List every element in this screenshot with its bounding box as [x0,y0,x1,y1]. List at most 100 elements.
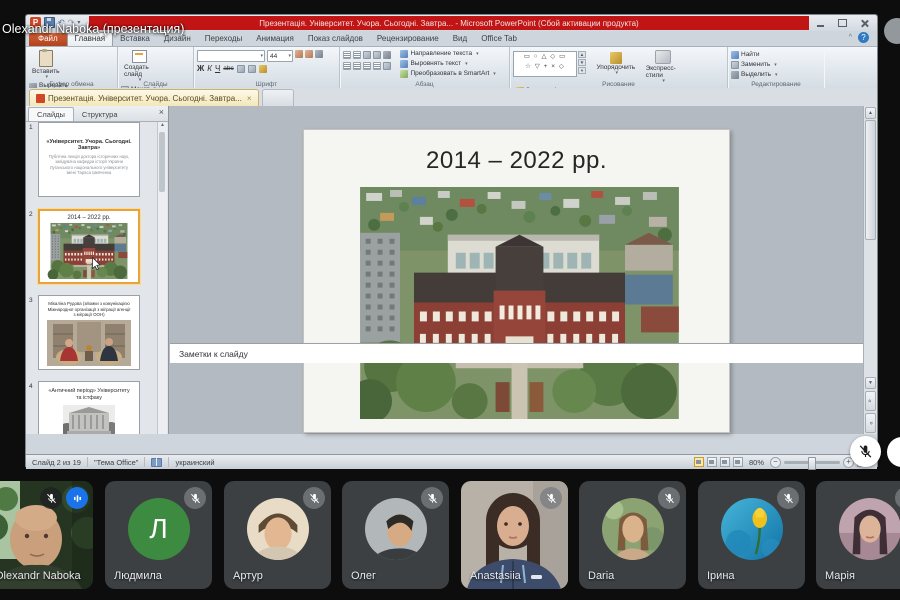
slide-canvas: 2014 – 2022 рр. [170,106,863,434]
character-spacing-icon[interactable] [237,65,245,73]
justify-icon[interactable] [373,62,381,70]
participant-tile-anastasiia[interactable]: Anastasiia [461,481,568,589]
zoom-slider[interactable] [784,461,840,464]
previous-slide-button[interactable]: » [865,391,876,411]
panel-scrollbar[interactable]: ▲ [157,122,167,434]
tab-animations[interactable]: Анимация [249,33,301,46]
find-button[interactable]: Найти [731,51,778,59]
collapse-ribbon-icon[interactable]: ^ [849,34,852,41]
zoom-slider-handle[interactable] [808,457,816,470]
text-direction-button[interactable]: Направление текста [400,50,495,58]
tab-view[interactable]: Вид [446,33,474,46]
align-right-icon[interactable] [363,62,371,70]
next-slide-button[interactable]: » [865,413,876,433]
font-color-icon[interactable] [259,65,267,73]
mic-muted-icon [303,487,325,509]
slide-thumbnail-1[interactable]: «Університет. Учора. Сьогодні. Завтра» П… [38,122,140,197]
panel-tab-slides[interactable]: Слайды [28,107,74,121]
notes-pane[interactable]: Заметки к слайду [170,343,863,363]
panel-tab-outline[interactable]: Структура [74,108,126,121]
italic-button[interactable]: К [207,64,212,73]
align-text-button[interactable]: Выровнять текст [400,60,495,68]
new-slide-button[interactable]: Создать слайд [121,49,157,85]
clear-formatting-icon[interactable] [315,50,323,58]
participant-tile-daria[interactable]: Daria [579,481,686,589]
minimize-button[interactable] [813,18,827,29]
zoom-out-button[interactable]: − [770,457,781,468]
panel-close-icon[interactable]: × [159,108,164,117]
building-photo-thumbnail [63,405,115,434]
tab-office-tab[interactable]: Office Tab [474,33,524,46]
window-title: Презентація. Університет. Учора. Сьогодн… [259,19,638,28]
slide-thumbnail-2[interactable]: 2014 – 2022 рр. [38,209,140,284]
tab-close-icon[interactable]: × [247,94,252,103]
scrollbar-thumb[interactable] [865,120,876,240]
participant-tile-olexandr[interactable]: Olexandr Naboka [0,481,93,589]
mic-off-floating-button[interactable] [850,436,881,467]
participant-tile-mariia[interactable]: Марія [816,481,900,589]
current-slide[interactable]: 2014 – 2022 рр. [303,129,730,433]
shapes-more-icon[interactable]: ▾ [578,67,586,74]
meeting-screen: P ↶ ↷ ▾ Презентація. Університет. Учора.… [0,0,900,600]
vertical-scrollbar[interactable]: ▲ ▼ » » [863,106,877,434]
find-icon [731,51,739,59]
shapes-gallery[interactable]: ▭ ○ △ ◇ ▭ ☆ ▽ + × ◇ [513,51,577,77]
replace-icon [731,61,739,69]
align-left-icon[interactable] [343,62,351,70]
numbering-icon[interactable] [353,51,361,59]
replace-button[interactable]: Заменить [731,61,778,69]
status-bar: Слайд 2 из 19 "Тема Office" украинский 8… [26,454,877,469]
paste-button[interactable]: Вставить [29,49,63,82]
tab-slideshow[interactable]: Показ слайдов [301,33,370,46]
participant-tile-artur[interactable]: Артур [224,481,331,589]
shapes-scroll-up-icon[interactable]: ▲ [578,51,586,58]
slide-thumbnail-4[interactable]: «Античний період» Університету та істфак… [38,381,140,434]
maximize-button[interactable] [835,18,849,29]
slideshow-view-button[interactable] [733,457,743,467]
meeting-control-partial-button[interactable] [887,437,900,467]
tab-review[interactable]: Рецензирование [370,33,446,46]
line-spacing-icon[interactable] [383,51,391,59]
bold-button[interactable]: Ж [197,64,204,73]
campus-aerial-photo[interactable] [360,187,679,419]
group-drawing: ▭ ○ △ ◇ ▭ ☆ ▽ + × ◇ ▲ ▼ ▾ Упорядочить [510,47,728,88]
columns-icon[interactable] [383,62,391,70]
grow-font-icon[interactable] [295,50,303,58]
avatar-photo [839,498,900,560]
decrease-indent-icon[interactable] [363,51,371,59]
reading-view-button[interactable] [720,457,730,467]
close-button[interactable] [857,18,871,29]
slide-thumbnail-3[interactable]: Мікаліна Рудова (зйомки з комунікацією М… [38,295,140,370]
scroll-up-icon[interactable]: ▲ [865,107,876,119]
help-icon[interactable]: ? [858,32,869,43]
participant-tile-oleh[interactable]: Олег [342,481,449,589]
strikethrough-button[interactable]: abc [223,65,233,72]
normal-view-button[interactable] [694,457,704,467]
bullets-icon[interactable] [343,51,351,59]
tab-transitions[interactable]: Переходы [198,33,250,46]
slide-sorter-view-button[interactable] [707,457,717,467]
meeting-control-partial-icon[interactable] [884,18,900,44]
participant-tile-iryna[interactable]: Ірина [698,481,805,589]
increase-indent-icon[interactable] [373,51,381,59]
arrange-button[interactable]: Упорядочить [593,51,638,78]
shapes-scroll-down-icon[interactable]: ▼ [578,59,586,66]
studio-photo-thumbnail [47,320,131,366]
shrink-font-icon[interactable] [305,50,313,58]
underline-button[interactable]: Ч [215,64,220,73]
align-center-icon[interactable] [353,62,361,70]
language-indicator[interactable]: украинский [169,457,220,467]
change-case-icon[interactable] [248,65,256,73]
font-size-combobox[interactable]: 44 [267,50,293,62]
arrange-icon [610,52,622,64]
participant-tile-liudmyla[interactable]: Л Людмила [105,481,212,589]
font-name-combobox[interactable] [197,50,265,62]
spellcheck-indicator[interactable] [145,457,169,467]
select-button[interactable]: Выделить [731,71,778,79]
main-area: Слайды Структура × 1 «Університет. Учора… [26,106,877,434]
document-tab[interactable]: Презентація. Університет. Учора. Сьогодн… [29,89,259,106]
new-document-tab-button[interactable] [262,89,294,106]
convert-smartart-button[interactable]: Преобразовать в SmartArt [400,70,495,78]
slide-title[interactable]: 2014 – 2022 рр. [304,147,729,175]
scroll-down-icon[interactable]: ▼ [865,377,876,389]
